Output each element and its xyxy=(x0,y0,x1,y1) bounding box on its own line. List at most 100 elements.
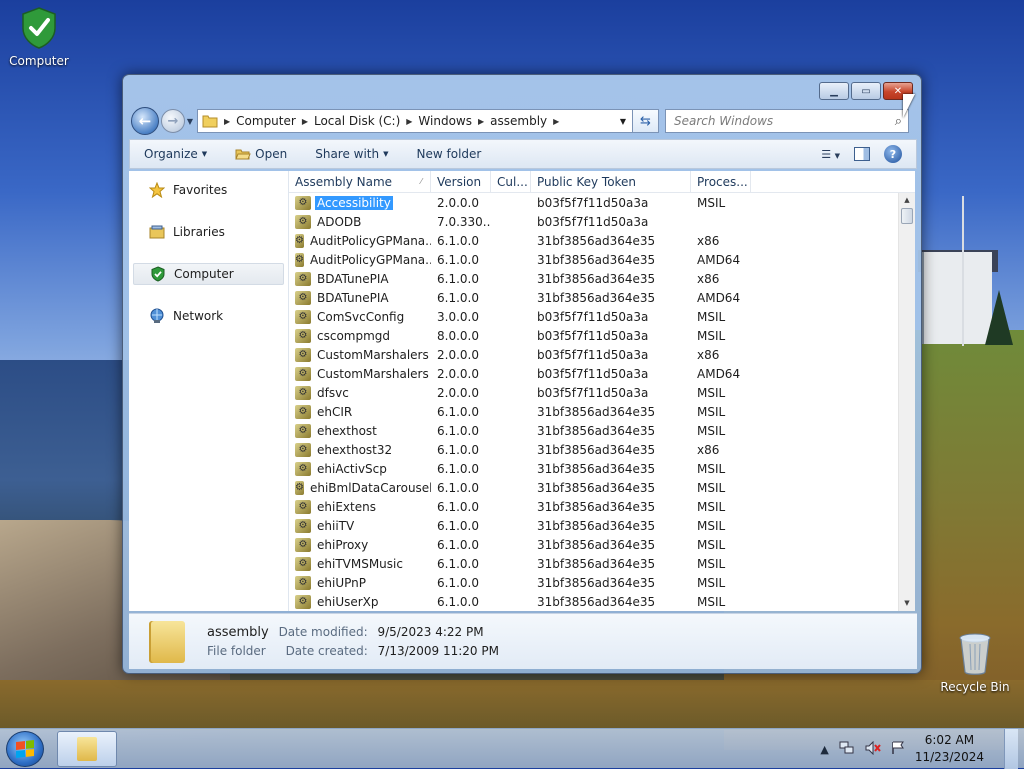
new-folder-label: New folder xyxy=(416,147,482,161)
column-header-assembly-name[interactable]: Assembly Name ⁄ xyxy=(289,171,431,192)
table-row[interactable]: ⚙ AuditPolicyGPMana... 6.1.0.0 31bf3856ad36… xyxy=(289,231,915,250)
assembly-gear-icon: ⚙ xyxy=(295,423,311,438)
nav-label: Favorites xyxy=(173,183,228,197)
column-header-version[interactable]: Version xyxy=(431,171,491,192)
caret-down-icon: ▼ xyxy=(383,150,389,158)
volume-muted-icon[interactable] xyxy=(865,740,881,758)
network-tray-icon[interactable] xyxy=(839,741,855,758)
nav-item-libraries[interactable]: Libraries xyxy=(133,221,284,243)
table-row[interactable]: ⚙ ehiBmlDataCarousel 6.1.0.0 31bf3856ad364e… xyxy=(289,478,915,497)
folder-icon xyxy=(77,737,97,761)
scroll-thumb[interactable] xyxy=(901,208,913,224)
organize-button[interactable]: Organize ▼ xyxy=(130,147,221,161)
column-header-row: Assembly Name ⁄ Version Cul... Public Key… xyxy=(289,171,915,193)
table-row[interactable]: ⚙ ehCIR 6.1.0.0 31bf3856ad364e35 MSIL xyxy=(289,402,915,421)
table-row[interactable]: ⚙ ehiUPnP 6.1.0.0 31bf3856ad364e35 MSIL xyxy=(289,573,915,592)
preview-pane-icon[interactable] xyxy=(854,147,870,161)
scroll-up-button[interactable]: ▲ xyxy=(899,193,915,208)
vertical-scrollbar[interactable]: ▲ ▼ xyxy=(898,193,915,611)
maximize-button[interactable]: ▭ xyxy=(851,82,881,100)
taskbar-explorer-button[interactable] xyxy=(57,731,117,767)
table-row[interactable]: ⚙ BDATunePIA 6.1.0.0 31bf3856ad364e35 AMD64 xyxy=(289,288,915,307)
address-bar[interactable]: ▶ Computer ▶ Local Disk (C:) ▶ Windows ▶… xyxy=(197,109,633,133)
table-row[interactable]: ⚙ CustomMarshalers 2.0.0.0 b03f5f7f11d50a3a… xyxy=(289,345,915,364)
forward-button[interactable]: → xyxy=(161,109,185,133)
version-cell: 6.1.0.0 xyxy=(437,575,479,590)
nav-item-favorites[interactable]: Favorites xyxy=(133,179,284,201)
desktop-icon-recycle-bin[interactable]: Recycle Bin xyxy=(939,632,1011,694)
table-row[interactable]: ⚙ ehiExtens 6.1.0.0 31bf3856ad364e35 MSIL xyxy=(289,497,915,516)
processor-architecture-cell: MSIL xyxy=(697,328,726,343)
column-header-public-key-token[interactable]: Public Key Token xyxy=(531,171,691,192)
address-dropdown[interactable]: ▼ xyxy=(614,117,632,126)
table-row[interactable]: ⚙ ehiTVMSMusic 6.1.0.0 31bf3856ad364e35 MSIL xyxy=(289,554,915,573)
version-cell: 6.1.0.0 xyxy=(437,480,479,495)
table-row[interactable]: ⚙ CustomMarshalers 2.0.0.0 b03f5f7f11d50a3a… xyxy=(289,364,915,383)
change-view-button[interactable]: ☰ ▼ xyxy=(821,148,840,161)
minimize-button[interactable]: ▁ xyxy=(819,82,849,100)
assembly-name: ehiActivScp xyxy=(317,461,387,476)
assembly-name-cell: ⚙ ehiUserXp xyxy=(289,594,431,609)
table-row[interactable]: ⚙ ehiActivScp 6.1.0.0 31bf3856ad364e35 MSIL xyxy=(289,459,915,478)
table-row[interactable]: ⚙ cscompmgd 8.0.0.0 b03f5f7f11d50a3a MSIL xyxy=(289,326,915,345)
details-created-value: 7/13/2009 11:20 PM xyxy=(377,644,499,658)
column-header-processor[interactable]: Proces... xyxy=(691,171,751,192)
assembly-gear-icon: ⚙ xyxy=(295,214,311,229)
search-icon[interactable]: ⌕ xyxy=(895,114,902,129)
breadcrumb-assembly[interactable]: assembly xyxy=(484,114,553,128)
table-row[interactable]: ⚙ Accessibility 2.0.0.0 b03f5f7f11d50a3a MSI… xyxy=(289,193,915,212)
chevron-right-icon[interactable]: ▶ xyxy=(553,117,559,126)
shield-check-icon xyxy=(19,6,59,50)
assembly-name-cell: ⚙ AuditPolicyGPMana... xyxy=(289,252,431,267)
table-row[interactable]: ⚙ ComSvcConfig 3.0.0.0 b03f5f7f11d50a3a MSIL xyxy=(289,307,915,326)
share-with-button[interactable]: Share with ▼ xyxy=(301,147,402,161)
version-cell: 6.1.0.0 xyxy=(437,290,479,305)
version-cell: 2.0.0.0 xyxy=(437,385,479,400)
table-row[interactable]: ⚙ dfsvc 2.0.0.0 b03f5f7f11d50a3a MSIL xyxy=(289,383,915,402)
table-row[interactable]: ⚙ ehiProxy 6.1.0.0 31bf3856ad364e35 MSIL xyxy=(289,535,915,554)
version-cell: 6.1.0.0 xyxy=(437,461,479,476)
clock[interactable]: 6:02 AM 11/23/2024 xyxy=(915,732,984,766)
assembly-name: ehiUPnP xyxy=(317,575,366,590)
table-row[interactable]: ⚙ ADODB 7.0.330... b03f5f7f11d50a3a xyxy=(289,212,915,231)
open-button[interactable]: Open xyxy=(221,146,301,162)
breadcrumb-local-disk[interactable]: Local Disk (C:) xyxy=(308,114,406,128)
processor-architecture-cell: x86 xyxy=(697,442,720,457)
table-row[interactable]: ⚙ AuditPolicyGPMana... 6.1.0.0 31bf3856ad36… xyxy=(289,250,915,269)
search-input[interactable] xyxy=(672,113,872,129)
table-row[interactable]: ⚙ ehexthost32 6.1.0.0 31bf3856ad364e35 x86 xyxy=(289,440,915,459)
scroll-down-button[interactable]: ▼ xyxy=(899,596,915,611)
version-cell: 3.0.0.0 xyxy=(437,309,479,324)
processor-architecture-cell: x86 xyxy=(697,233,720,248)
table-row[interactable]: ⚙ BDATunePIA 6.1.0.0 31bf3856ad364e35 x86 xyxy=(289,269,915,288)
assembly-gear-icon: ⚙ xyxy=(295,309,311,324)
desktop-icon-computer[interactable]: Computer xyxy=(3,6,75,68)
assembly-name-cell: ⚙ BDATunePIA xyxy=(289,271,431,286)
refresh-button[interactable]: ⇆ xyxy=(633,109,659,133)
assembly-name-cell: ⚙ CustomMarshalers xyxy=(289,366,431,381)
column-header-culture[interactable]: Cul... xyxy=(491,171,531,192)
breadcrumb-computer[interactable]: Computer xyxy=(230,114,302,128)
show-desktop-button[interactable] xyxy=(1004,729,1018,769)
command-bar: Organize ▼ Open Share with ▼ New folder … xyxy=(129,139,917,169)
arrow-left-icon: ← xyxy=(138,112,152,130)
action-center-flag-icon[interactable] xyxy=(891,741,905,758)
new-folder-button[interactable]: New folder xyxy=(403,147,496,161)
public-key-token-cell: 31bf3856ad364e35 xyxy=(537,442,656,457)
help-icon[interactable]: ? xyxy=(884,145,902,163)
minimize-icon: ▁ xyxy=(830,85,838,97)
start-button[interactable] xyxy=(6,731,44,767)
nav-item-computer[interactable]: Computer xyxy=(133,263,284,285)
file-list-rows: ⚙ Accessibility 2.0.0.0 b03f5f7f11d50a3a MSI… xyxy=(289,193,915,611)
table-row[interactable]: ⚙ ehexthost 6.1.0.0 31bf3856ad364e35 MSIL xyxy=(289,421,915,440)
breadcrumb-windows[interactable]: Windows xyxy=(412,114,478,128)
recent-pages-dropdown[interactable]: ▼ xyxy=(185,117,195,126)
version-cell: 6.1.0.0 xyxy=(437,442,479,457)
table-row[interactable]: ⚙ ehiiTV 6.1.0.0 31bf3856ad364e35 MSIL xyxy=(289,516,915,535)
table-row[interactable]: ⚙ ehiUserXp 6.1.0.0 31bf3856ad364e35 MSIL xyxy=(289,592,915,611)
nav-item-network[interactable]: Network xyxy=(133,305,284,327)
search-box[interactable]: ⌕ xyxy=(665,109,909,133)
back-button[interactable]: ← xyxy=(131,107,159,135)
show-hidden-icons-button[interactable]: ▲ xyxy=(820,743,828,756)
desktop-wallpaper-tree xyxy=(985,290,1013,345)
